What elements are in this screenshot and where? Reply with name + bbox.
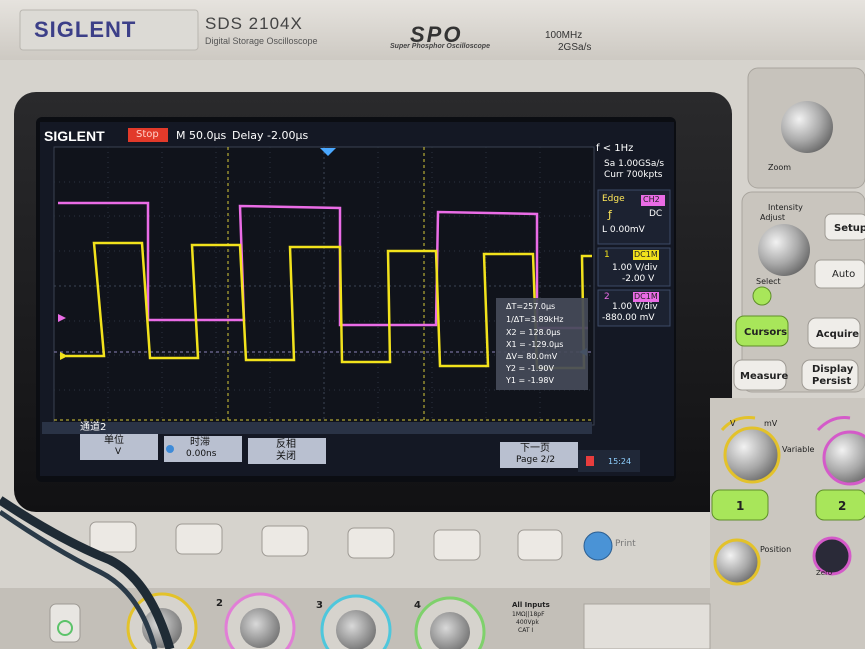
softkey-skew-label: 时滞 <box>190 437 210 448</box>
trigger-coupling: DC <box>649 209 663 219</box>
variable-label: Variable <box>782 445 815 454</box>
softkey-next-value: Page 2/2 <box>516 455 556 465</box>
ch1-position-knob[interactable] <box>713 538 761 586</box>
cursor-inverse-delta-t: 1/ΔT=3.89kHz <box>506 315 564 324</box>
select-label: Select <box>756 277 781 286</box>
usb-icon <box>586 456 594 466</box>
measure-button-label: Measure <box>740 371 789 382</box>
select-button[interactable] <box>752 286 772 306</box>
rising-edge-icon: ƒ <box>608 208 612 221</box>
softkey-skew-value: 0.00ns <box>186 449 217 459</box>
model-name: SDS 2104X <box>205 14 303 33</box>
adjust-label: Adjust <box>760 213 786 222</box>
menu-title: 通道2 <box>80 422 107 433</box>
ch2-coupling: DC1M <box>634 292 658 301</box>
cursor-delta-t: ΔT=257.0μs <box>506 302 556 311</box>
skew-knob-indicator-icon <box>166 445 174 453</box>
millivolt-unit-label: mV <box>764 419 778 428</box>
ch2-number: 2 <box>604 292 610 302</box>
model-subtitle: Digital Storage Oscilloscope <box>205 36 318 46</box>
ch2-scale: 1.00 V/div <box>612 302 658 312</box>
run-state-text: Stop <box>136 129 159 140</box>
frequency-readout: f < 1Hz <box>596 143 634 154</box>
ch2-offset: -880.00 mV <box>602 313 655 323</box>
softkey-next-label: 下一页 <box>520 443 550 454</box>
cursors-button-label: Cursors <box>744 327 788 338</box>
display-button-label: Display <box>812 364 854 375</box>
softkey-invert-value: 关闭 <box>276 451 296 462</box>
softkey-unit-label: 单位 <box>104 435 124 446</box>
cursor-y2: Y2 = -1.90V <box>506 364 554 373</box>
position-label: Position <box>760 545 792 554</box>
persist-button-label: Persist <box>812 376 852 387</box>
sample-rate-label: 2GSa/s <box>558 42 592 53</box>
ch1-scale: 1.00 V/div <box>612 263 658 273</box>
ch1-button-label: 1 <box>736 499 745 513</box>
zoom-knob[interactable] <box>781 101 833 153</box>
bnc-label-2: 2 <box>216 598 223 609</box>
auto-button-label: Auto <box>832 269 856 280</box>
input-spec-1: 1MΩ||18pF <box>512 611 545 618</box>
input-spec-2: 400Vpk <box>516 619 539 626</box>
ch1-coupling: DC1M <box>634 250 658 259</box>
bnc-label-3: 3 <box>316 600 323 611</box>
print-button[interactable] <box>583 531 613 561</box>
series-subtitle: Super Phosphor Oscilloscope <box>390 43 490 50</box>
print-label: Print <box>615 539 636 549</box>
volt-unit-label: V <box>730 419 736 428</box>
timebase-readout: M 50.0μs <box>176 129 227 142</box>
softkey-unit-value: V <box>115 447 122 457</box>
screen-logo: SIGLENT <box>44 128 105 144</box>
setup-button-label: Setup <box>834 223 865 234</box>
ch2-button-label: 2 <box>838 499 847 513</box>
adjust-knob[interactable] <box>758 224 810 276</box>
intensity-label: Intensity <box>768 203 803 212</box>
ch1-number: 1 <box>604 250 610 260</box>
memory-depth-readout: Curr 700kpts <box>604 170 663 180</box>
trigger-type: Edge <box>602 194 625 204</box>
zoom-label: Zoom <box>768 163 792 172</box>
cursor-x1: X1 = -129.0μs <box>506 340 564 349</box>
bnc-label-4: 4 <box>414 600 421 611</box>
clock: 15:24 <box>608 457 632 466</box>
delay-readout: Delay -2.00μs <box>232 129 309 142</box>
trigger-source: CH2 <box>643 195 660 204</box>
ch1-offset: -2.00 V <box>622 274 655 284</box>
sample-rate-readout: Sa 1.00GSa/s <box>604 159 665 169</box>
input-spec-3: CAT I <box>518 627 534 634</box>
cursor-delta-v: ΔV= 80.0mV <box>506 352 558 361</box>
softkey-invert-label: 反相 <box>276 439 296 450</box>
cursor-x2: X2 = 128.0μs <box>506 328 561 337</box>
input-label: All Inputs <box>512 601 550 609</box>
bandwidth-label: 100MHz <box>545 30 583 41</box>
cursor-y1: Y1 = -1.98V <box>506 376 554 385</box>
brand-logo: SIGLENT <box>34 17 137 42</box>
acquire-button-label: Acquire <box>816 329 860 340</box>
power-button[interactable] <box>49 603 81 643</box>
ch1-variable-knob[interactable] <box>723 426 781 484</box>
trigger-level: L 0.00mV <box>602 225 645 235</box>
ch2-variable-knob[interactable] <box>822 430 865 486</box>
zero-label: Zero <box>816 569 833 577</box>
oscilloscope-photo <box>0 0 865 649</box>
